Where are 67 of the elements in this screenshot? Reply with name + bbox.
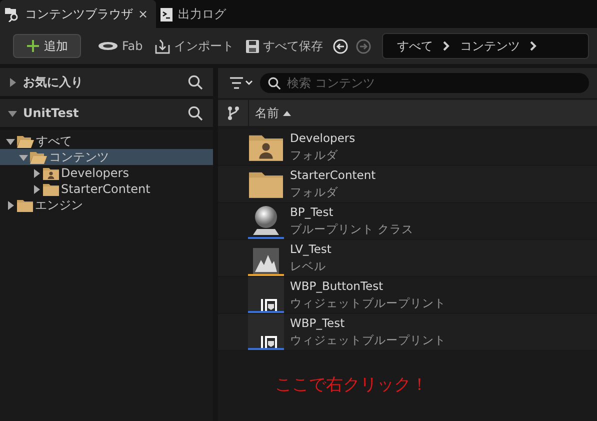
user-folder-icon xyxy=(43,166,59,180)
back-button[interactable] xyxy=(332,38,349,54)
folder-icon xyxy=(249,170,283,198)
tab[interactable]: コンテンツブラウザ × xyxy=(0,0,156,28)
asset-type: ウィジェットブループリント xyxy=(290,332,446,349)
branch-icon[interactable] xyxy=(226,106,240,120)
search-bar[interactable]: 検索 コンテンツ xyxy=(260,73,589,93)
chevron-icon[interactable] xyxy=(442,41,450,51)
section-header[interactable]: お気に入り xyxy=(0,68,213,96)
column-header[interactable]: 名前 xyxy=(249,104,291,122)
chevron-icon[interactable] xyxy=(530,41,537,51)
asset-type: フォルダ xyxy=(290,184,339,201)
asset-type: レベル xyxy=(290,258,327,275)
asset-type: フォルダ xyxy=(290,147,339,164)
log-icon xyxy=(160,6,174,22)
asset-row[interactable]: LV_Test レベル xyxy=(218,240,597,277)
breadcrumb[interactable]: すべて xyxy=(396,38,433,54)
add-button[interactable]: 追加 xyxy=(13,34,81,58)
asset-row[interactable]: StarterContent フォルダ xyxy=(218,166,597,203)
tree-item[interactable]: すべて xyxy=(0,133,213,149)
folder-icon xyxy=(17,198,33,212)
widget-icon xyxy=(261,336,277,348)
tab[interactable]: 出力ログ xyxy=(156,0,234,28)
user-folder-icon xyxy=(249,133,283,161)
search-icon[interactable] xyxy=(188,106,203,120)
import-icon xyxy=(154,38,170,54)
annotation-text: ここで右クリック！ xyxy=(275,374,429,396)
open-folder-icon xyxy=(17,134,34,148)
toolbar-button[interactable]: すべて保存 xyxy=(242,38,326,54)
plus-icon xyxy=(26,39,40,53)
tree-item[interactable]: Developers xyxy=(0,165,213,181)
breadcrumb[interactable]: コンテンツ xyxy=(460,38,520,54)
fab-icon xyxy=(98,41,118,51)
asset-type: ブループリント クラス xyxy=(290,221,414,238)
collapse-arrow-icon[interactable] xyxy=(19,152,28,162)
expand-arrow-icon[interactable] xyxy=(8,78,17,86)
search-icon xyxy=(268,76,281,90)
sort-arrow-icon xyxy=(283,110,291,116)
tree-item[interactable]: エンジン xyxy=(0,197,213,213)
tree-item[interactable]: コンテンツ xyxy=(0,149,213,165)
mountain-image-icon xyxy=(253,248,279,274)
expand-arrow-icon[interactable] xyxy=(32,168,41,178)
save-icon xyxy=(246,40,259,52)
toolbar-button[interactable]: Fab xyxy=(95,39,146,53)
search-icon[interactable] xyxy=(188,74,203,90)
asset-name: BP_Test xyxy=(290,204,334,221)
asset-name: LV_Test xyxy=(290,241,332,258)
toolbar-button[interactable]: インポート xyxy=(152,38,237,54)
asset-name: WBP_ButtonTest xyxy=(290,278,384,295)
asset-name: Developers xyxy=(290,130,356,147)
expand-arrow-icon[interactable] xyxy=(6,200,15,210)
open-folder-icon xyxy=(30,150,47,164)
sphere-on-pedestal-icon xyxy=(251,205,281,237)
section-header[interactable]: UnitTest xyxy=(0,99,213,127)
tree-item[interactable]: StarterContent xyxy=(0,181,213,197)
collapse-arrow-icon[interactable] xyxy=(8,108,17,118)
collapse-arrow-icon[interactable] xyxy=(6,136,15,146)
asset-name: StarterContent xyxy=(290,167,376,184)
folder-icon xyxy=(43,182,59,196)
filter-icon[interactable] xyxy=(230,77,254,89)
folder-search-icon xyxy=(4,6,20,22)
asset-name: WBP_Test xyxy=(290,315,346,332)
asset-row[interactable]: WBP_Test ウィジェットブループリント xyxy=(218,314,597,351)
widget-icon xyxy=(261,299,277,311)
expand-arrow-icon[interactable] xyxy=(32,184,41,194)
close-icon[interactable]: × xyxy=(138,7,148,21)
asset-type: ウィジェットブループリント xyxy=(290,295,446,312)
